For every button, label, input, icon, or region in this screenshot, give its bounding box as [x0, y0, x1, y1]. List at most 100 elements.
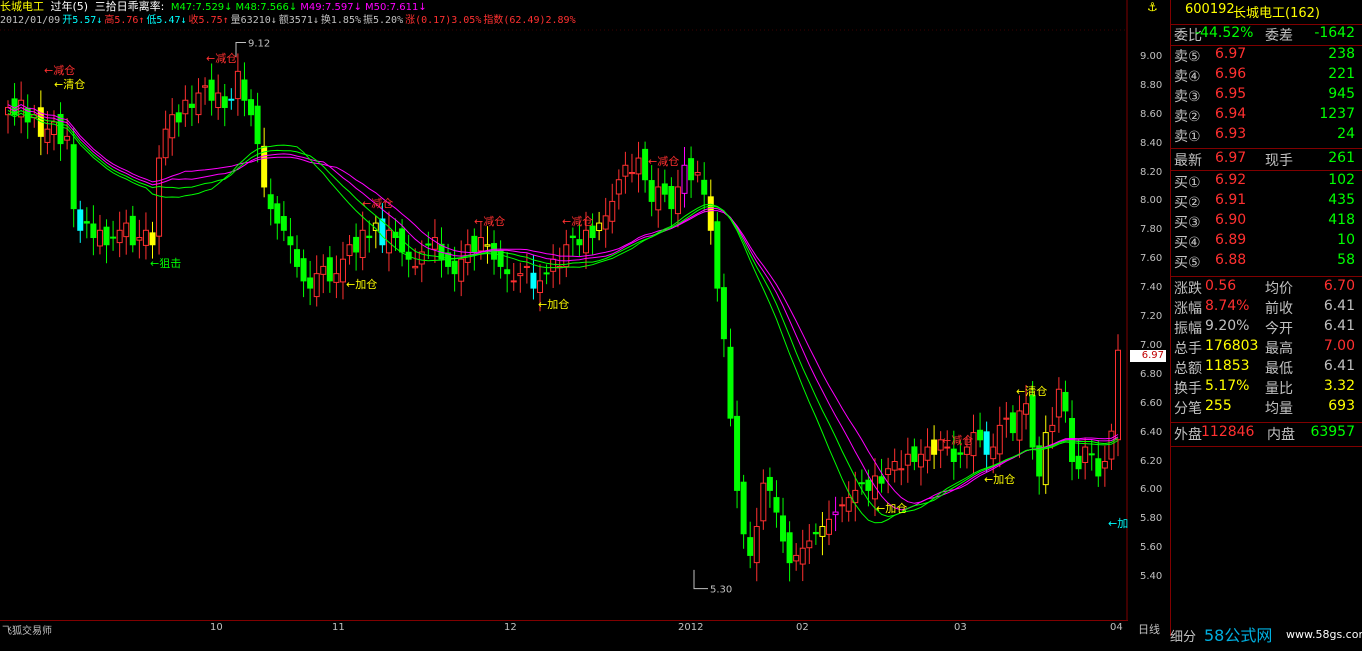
signal-annotation: ←加仓	[538, 298, 570, 311]
candle-body	[898, 468, 905, 471]
last-price-tag: 6.97	[1130, 350, 1166, 362]
candle-body	[871, 475, 878, 500]
stat-row: 涨跌 0.56 均价 6.70	[1174, 278, 1355, 297]
stock-title: 长城电工(162)	[1233, 6, 1320, 21]
candle-body	[780, 515, 787, 542]
candle-body	[569, 235, 576, 239]
bar-info-item: 量63210↓	[230, 15, 277, 26]
ma-value: M50:7.611↓	[365, 2, 427, 13]
buy-row: 买② 6.91 435	[1174, 192, 1355, 211]
candle-body	[760, 482, 767, 522]
candle-body	[543, 272, 550, 275]
candle-body	[688, 158, 695, 181]
anchor-icon[interactable]: ⚓	[1147, 0, 1161, 14]
candle-body	[1003, 417, 1010, 420]
signal-annotation: ←减仓	[362, 197, 394, 210]
candle-body	[346, 244, 353, 257]
candle-body	[142, 229, 149, 246]
ma-value: M48:7.566↓	[235, 2, 298, 13]
quote-panel: 600192 长城电工(162) 委比 -44.52% 委差 -1642 卖⑤ 6…	[1170, 0, 1362, 636]
candle-body	[359, 229, 366, 259]
price-tick: 5.80	[1140, 513, 1163, 525]
sell-row: 卖③ 6.95 945	[1174, 86, 1355, 105]
candle-body	[904, 453, 911, 466]
candle-body	[123, 222, 130, 238]
signal-annotation: ←清仓	[1016, 385, 1048, 398]
bar-info-item: 换1.85%	[320, 15, 361, 26]
candle-body	[582, 229, 589, 254]
candle-body	[280, 216, 287, 231]
candle-body	[208, 79, 215, 101]
candle-body	[694, 172, 701, 176]
watermark-brand: 58公式网	[1204, 626, 1273, 645]
bar-info-item: 额3571↓	[278, 15, 319, 26]
candle-body	[530, 272, 537, 289]
candle-body	[648, 180, 655, 202]
low-marker: 5.30	[710, 585, 732, 596]
candle-body	[504, 269, 511, 275]
candle-body	[931, 439, 938, 455]
divider	[1171, 148, 1362, 149]
divider	[1171, 276, 1362, 277]
candle-body	[1062, 391, 1069, 412]
quote-header: 600192 长城电工(162)	[1171, 2, 1362, 21]
candle-body	[1029, 394, 1036, 448]
price-tick: 7.40	[1140, 282, 1163, 294]
candle-body	[747, 537, 754, 556]
candle-body	[326, 257, 333, 282]
candlestick-chart[interactable]: 9.12 5.30 长城电工 过年(5) 三拾日乖离率: M47:7.529↓ M4…	[0, 0, 1128, 636]
candle-body	[642, 148, 649, 181]
candle-body	[497, 250, 504, 267]
candle-body	[523, 265, 530, 269]
candle-body	[1009, 412, 1016, 434]
candle-body	[786, 532, 793, 564]
ma-value: M49:7.597↓	[300, 2, 363, 13]
bar-info-item: 指数(62.49)2.89%	[483, 15, 576, 26]
candle-body	[668, 185, 675, 210]
stock-name: 长城电工	[0, 0, 44, 13]
buy-row: 买⑤ 6.88 58	[1174, 252, 1355, 271]
candle-body	[655, 186, 662, 211]
candle-body	[510, 280, 517, 283]
signal-annotation: ←加仓	[876, 502, 908, 515]
candle-body	[221, 96, 228, 108]
price-axis: 9.00 8.80 8.60 8.40 8.20 8.00 7.80 7.60 7.40 7.20…	[1128, 0, 1168, 636]
candle-body	[477, 237, 484, 252]
candle-body	[924, 446, 931, 461]
candle-body	[839, 504, 846, 507]
stat-row: 换手 5.17% 量比 3.32	[1174, 378, 1355, 397]
price-tick: 6.20	[1140, 455, 1163, 467]
software-label: 飞狐交易师	[2, 626, 52, 637]
ma-values: M47:7.529↓ M48:7.566↓ M49:7.597↓ M50:7.611↓	[171, 0, 430, 13]
period-selector[interactable]: 日线	[1138, 621, 1160, 637]
candle-body	[635, 157, 642, 175]
candle-body	[615, 179, 622, 195]
bar-info-item: 开5.57↓	[62, 15, 103, 26]
candle-body	[832, 511, 839, 516]
bar-info-item: 收5.75↑	[188, 15, 229, 26]
candle-body	[44, 128, 51, 143]
watermark-url: www.58gs.com	[1286, 628, 1362, 641]
candle-body	[195, 92, 202, 116]
price-tick: 5.40	[1140, 571, 1163, 583]
candle-body	[353, 236, 360, 253]
candle-body	[307, 277, 314, 289]
candle-body	[1108, 430, 1115, 460]
candle-body	[385, 229, 392, 254]
signal-annotation: ←减仓	[942, 434, 974, 447]
candle-body	[116, 229, 123, 244]
candle-body	[963, 446, 970, 455]
candle-body	[799, 547, 806, 565]
indicator-name: 三拾日乖离率:	[94, 0, 165, 13]
price-tick: 8.60	[1140, 108, 1163, 120]
candle-body	[734, 415, 741, 491]
stat-row: 总手 176803 最高 7.00	[1174, 338, 1355, 357]
candle-body	[990, 446, 997, 460]
candle-body	[917, 453, 924, 468]
candle-body	[293, 249, 300, 267]
candle-body	[83, 221, 90, 224]
stat-row: 分笔 255 均量 693	[1174, 398, 1355, 417]
time-axis: 飞狐交易师 10 11 12 2012 02 03 04	[0, 620, 1128, 637]
bar-info-item: 高5.76↑	[104, 15, 145, 26]
date-tick: 2012	[678, 622, 704, 633]
